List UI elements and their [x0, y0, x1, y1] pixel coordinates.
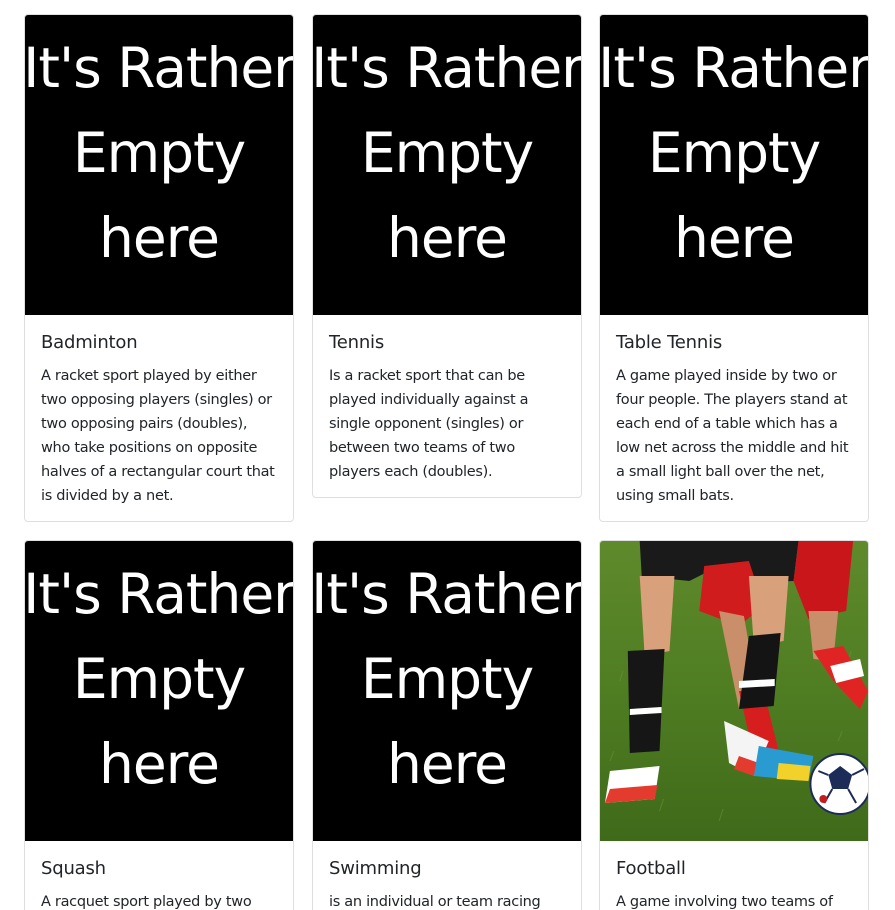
card-body: Table Tennis A game played inside by two…	[600, 315, 868, 521]
card-squash[interactable]: It's Rather Empty here Squash A racquet …	[24, 540, 294, 910]
card-description: Is a racket sport that can be played ind…	[329, 367, 529, 480]
sports-card-grid: It's Rather Empty here Badminton A racke…	[0, 0, 895, 910]
card-swimming[interactable]: It's Rather Empty here Swimming is an in…	[312, 540, 582, 910]
card-description: A racket sport played by either two oppo…	[41, 367, 275, 504]
placeholder-text: It's Rather Empty here	[600, 36, 868, 270]
card-football[interactable]: Football A game involving two teams of	[599, 540, 869, 910]
card-image-placeholder: It's Rather Empty here	[600, 15, 868, 315]
card-image-placeholder: It's Rather Empty here	[313, 15, 581, 315]
card-badminton[interactable]: It's Rather Empty here Badminton A racke…	[24, 14, 294, 522]
card-body: Football A game involving two teams of	[600, 841, 868, 910]
card-body: Swimming is an individual or team racing	[313, 841, 581, 910]
card-body: Tennis Is a racket sport that can be pla…	[313, 315, 581, 497]
card-image-placeholder: It's Rather Empty here	[25, 541, 293, 841]
football-photo	[600, 541, 868, 841]
card-description: A game involving two teams of	[616, 893, 833, 910]
card-title: Football	[616, 858, 686, 879]
placeholder-text: It's Rather Empty here	[25, 562, 293, 796]
card-title: Badminton	[41, 332, 138, 353]
card-title: Table Tennis	[616, 332, 723, 353]
placeholder-text: It's Rather Empty here	[313, 36, 581, 270]
placeholder-text: It's Rather Empty here	[313, 562, 581, 796]
card-title: Tennis	[329, 332, 385, 353]
card-title: Swimming	[329, 858, 422, 879]
card-image-placeholder: It's Rather Empty here	[313, 541, 581, 841]
card-tennis[interactable]: It's Rather Empty here Tennis Is a racke…	[312, 14, 582, 498]
card-description: A game played inside by two or four peop…	[616, 367, 849, 504]
placeholder-text: It's Rather Empty here	[25, 36, 293, 270]
card-table-tennis[interactable]: It's Rather Empty here Table Tennis A ga…	[599, 14, 869, 522]
card-body: Badminton A racket sport played by eithe…	[25, 315, 293, 521]
card-image-placeholder: It's Rather Empty here	[25, 15, 293, 315]
card-description: A racquet sport played by two	[41, 893, 252, 910]
card-body: Squash A racquet sport played by two	[25, 841, 293, 910]
card-description: is an individual or team racing	[329, 893, 541, 910]
card-title: Squash	[41, 858, 106, 879]
